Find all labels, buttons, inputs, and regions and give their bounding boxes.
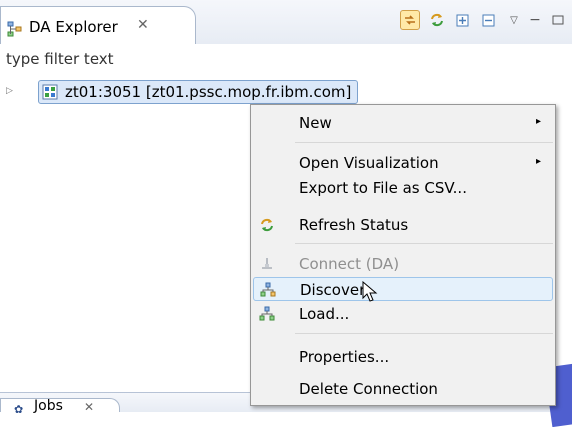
server-connection-icon [42,84,58,100]
submenu-arrow-icon: ▸ [535,116,541,127]
da-explorer-icon [7,21,22,37]
menu-separator [295,243,553,244]
link-with-editor-icon[interactable] [400,10,420,30]
da-explorer-tab[interactable]: DA Explorer ✕ [0,6,196,44]
context-menu: New ▸ Open Visualization ▸ Export to Fil… [250,104,556,406]
menu-item-open-visualization[interactable]: Open Visualization ▸ [253,151,553,175]
menu-item-export-csv[interactable]: Export to File as CSV... [253,176,553,200]
refresh-icon [261,218,273,232]
tree-node-connection[interactable]: zt01:3051 [zt01.pssc.mop.fr.ibm.com] [38,80,359,104]
menu-item-discover[interactable]: Discover [253,277,553,301]
filter-input[interactable] [0,44,572,72]
tree-node-label: zt01:3051 [zt01.pssc.mop.fr.ibm.com] [65,83,352,101]
refresh-icon[interactable] [427,10,447,30]
menu-item-properties[interactable]: Properties... [253,345,553,369]
menu-item-new[interactable]: New ▸ [253,111,553,135]
maximize-icon[interactable] [548,10,568,30]
expand-all-icon[interactable] [452,10,472,30]
menu-item-refresh-status[interactable]: Refresh Status [253,213,553,237]
menu-separator [295,142,553,143]
load-icon [259,306,275,321]
close-icon[interactable]: ✕ [84,400,94,414]
connect-icon [262,258,272,269]
close-icon[interactable]: ✕ [137,17,149,33]
jobs-icon: ✿ [14,403,24,416]
view-menu-icon[interactable]: ▽ [504,10,524,30]
view-title: DA Explorer [29,18,118,36]
mouse-cursor-icon [362,281,378,302]
minimize-icon[interactable]: − [525,10,545,30]
expand-twisty-icon[interactable]: ▷ [6,86,13,96]
discover-icon [260,282,276,297]
menu-item-connect: Connect (DA) [253,252,553,276]
menu-item-delete-connection[interactable]: Delete Connection [253,377,553,401]
collapse-all-icon[interactable] [478,10,498,30]
menu-separator [295,333,553,334]
submenu-arrow-icon: ▸ [535,156,541,167]
menu-item-load[interactable]: Load... [253,302,553,326]
